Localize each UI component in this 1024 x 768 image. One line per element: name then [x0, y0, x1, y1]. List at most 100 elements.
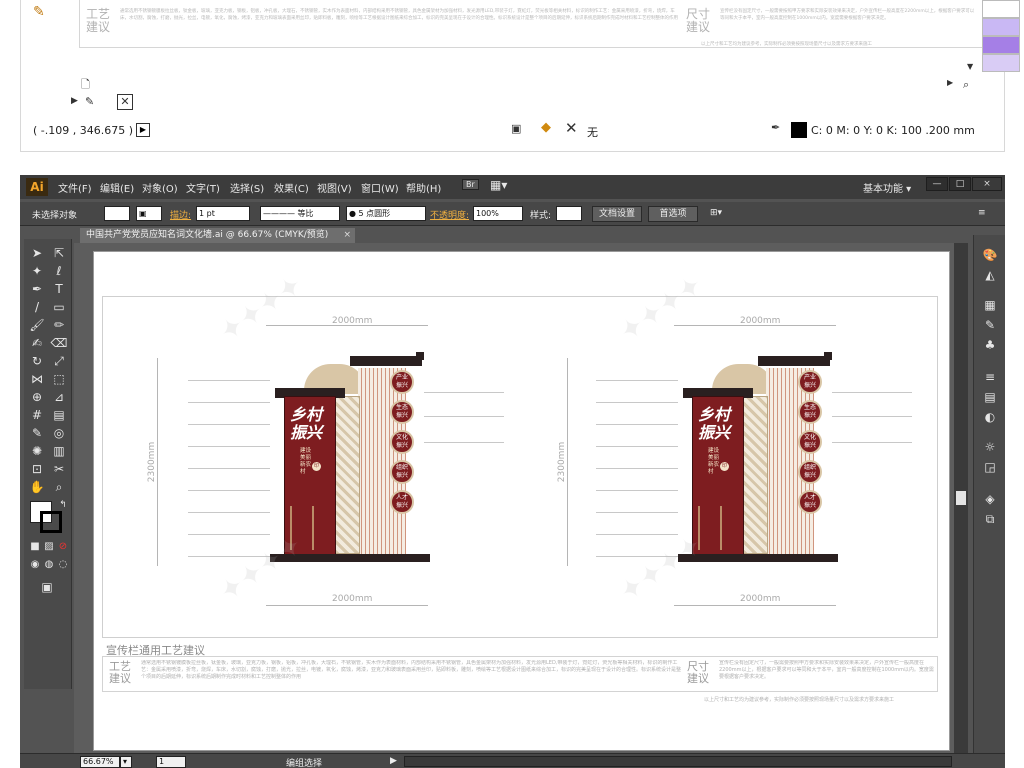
perspective-grid-tool-icon[interactable]: ⊿: [50, 389, 68, 405]
direct-selection-tool-icon[interactable]: ⇱: [50, 245, 68, 261]
swap-colors-icon[interactable]: ↰: [54, 497, 72, 513]
brush-select[interactable]: ● 5 点圆形: [346, 206, 426, 221]
vertical-scrollbar[interactable]: [954, 243, 968, 753]
panel-menu-icon[interactable]: ≡: [978, 208, 986, 218]
paintbrush-tool-icon[interactable]: 🖌: [28, 317, 46, 333]
selection-tool-icon[interactable]: ➤: [28, 245, 46, 261]
color-panel-icon[interactable]: 🎨: [980, 247, 1000, 263]
status-arrow-icon[interactable]: ▶: [390, 756, 397, 766]
align-options-icon[interactable]: ⊞▾: [710, 208, 722, 218]
pencil-tool-icon[interactable]: ✏: [50, 317, 68, 333]
stroke-panel-icon[interactable]: ≡: [980, 369, 1000, 385]
stroke-swatch[interactable]: [40, 511, 62, 533]
scale-tool-icon[interactable]: ⤢: [50, 353, 68, 369]
menu-file[interactable]: 文件(F): [58, 180, 92, 195]
stroke-profile-select[interactable]: ———— 等比: [260, 206, 340, 221]
swatches-panel-icon[interactable]: ▦: [980, 297, 1000, 313]
fill-bucket-icon[interactable]: ◆: [541, 120, 551, 135]
symbol-sprayer-tool-icon[interactable]: ✺: [28, 443, 46, 459]
eyedropper-tool-icon[interactable]: ✎: [28, 425, 46, 441]
style-picker[interactable]: [556, 206, 582, 221]
bridge-button[interactable]: Br: [462, 179, 479, 190]
swatch-2[interactable]: [982, 18, 1020, 36]
arrange-documents-icon[interactable]: ▦▾: [490, 178, 507, 192]
camera-icon[interactable]: ▣: [511, 122, 521, 135]
opacity-input[interactable]: 100%: [473, 206, 523, 221]
hand-tool-icon[interactable]: ✋: [28, 479, 46, 495]
stroke-weight-input[interactable]: 1 pt: [196, 206, 250, 221]
menu-edit[interactable]: 编辑(E): [100, 180, 134, 195]
preferences-button[interactable]: 首选项: [648, 206, 698, 222]
canvas[interactable]: 2000mm 2000mm 2300mm 2000mm 2000mm 2300m…: [74, 243, 954, 753]
signboard-right[interactable]: 乡村振兴 建设美丽新农村 印 产业 振兴 生态 振兴 文化 振兴 组织 振兴 人…: [678, 352, 838, 566]
menu-select[interactable]: 选择(S): [230, 180, 264, 195]
maximize-button[interactable]: □: [949, 177, 971, 191]
artboard-number-input[interactable]: 1: [156, 756, 186, 768]
rotate-tool-icon[interactable]: ↻: [28, 353, 46, 369]
cross-box-icon[interactable]: ✕: [117, 94, 133, 110]
pen-nib-icon[interactable]: ✒: [771, 121, 780, 134]
horizontal-scrollbar[interactable]: [404, 756, 952, 767]
stroke-color-picker[interactable]: ▣: [136, 206, 162, 221]
menu-object[interactable]: 对象(O): [142, 180, 178, 195]
swatch-1[interactable]: [982, 0, 1020, 18]
transparency-panel-icon[interactable]: ◐: [980, 409, 1000, 425]
graphic-styles-icon[interactable]: ◲: [980, 459, 1000, 475]
none-cross-icon[interactable]: ✕: [565, 119, 578, 137]
mesh-tool-icon[interactable]: #: [28, 407, 46, 423]
workspace-switcher[interactable]: 基本功能 ▾: [863, 180, 911, 195]
swatch-4[interactable]: [982, 54, 1020, 72]
column-graph-tool-icon[interactable]: ▥: [50, 443, 68, 459]
tab-close-icon[interactable]: ×: [343, 228, 351, 242]
zoom-dropdown-icon[interactable]: ▾: [120, 756, 132, 768]
line-tool-icon[interactable]: /: [28, 299, 46, 315]
scroll-right-icon[interactable]: ▶: [947, 78, 953, 87]
screen-mode-icon[interactable]: ▣: [38, 579, 56, 595]
play-icon[interactable]: ▶: [71, 96, 78, 106]
page-icon[interactable]: 🗋: [81, 76, 90, 95]
width-tool-icon[interactable]: ⋈: [28, 371, 46, 387]
gradient-panel-icon[interactable]: ▤: [980, 389, 1000, 405]
opacity-label[interactable]: 不透明度:: [430, 208, 469, 221]
shape-builder-tool-icon[interactable]: ⊕: [28, 389, 46, 405]
stroke-color-swatch[interactable]: [791, 122, 807, 138]
scrollbar-thumb[interactable]: [956, 491, 966, 505]
document-tab[interactable]: 中国共产党党员应知名词文化墙.ai @ 66.67% (CMYK/预览) ×: [80, 228, 355, 243]
slice-tool-icon[interactable]: ✂: [50, 461, 68, 477]
zoom-icon[interactable]: ⌕: [963, 78, 969, 92]
menu-type[interactable]: 文字(T): [186, 180, 220, 195]
scroll-down-icon[interactable]: ▼: [967, 62, 973, 71]
appearance-panel-icon[interactable]: ☼: [980, 439, 1000, 455]
menu-effect[interactable]: 效果(C): [274, 180, 309, 195]
color-guide-icon[interactable]: ◭: [980, 267, 1000, 283]
magic-wand-tool-icon[interactable]: ✦: [28, 263, 46, 279]
draw-inside-icon[interactable]: ◌: [54, 557, 72, 573]
eyedropper-icon[interactable]: ✎: [33, 4, 45, 20]
fill-color-picker[interactable]: [104, 206, 130, 221]
zoom-level-input[interactable]: 66.67%: [80, 756, 120, 768]
lasso-tool-icon[interactable]: ℓ: [50, 263, 68, 279]
blob-brush-tool-icon[interactable]: ✍: [28, 335, 46, 351]
eraser-tool-icon[interactable]: ⌫: [50, 335, 68, 351]
rectangle-tool-icon[interactable]: ▭: [50, 299, 68, 315]
artboard-tool-icon[interactable]: ⊡: [28, 461, 46, 477]
pen-tool-icon[interactable]: ✒: [28, 281, 46, 297]
layers-panel-icon[interactable]: ◈: [980, 491, 1000, 507]
menu-view[interactable]: 视图(V): [317, 180, 352, 195]
free-transform-tool-icon[interactable]: ⬚: [50, 371, 68, 387]
none-mode-icon[interactable]: ⊘: [54, 539, 72, 555]
symbols-panel-icon[interactable]: ♣: [980, 337, 1000, 353]
dropper-small-icon[interactable]: ✎: [85, 95, 94, 108]
menu-window[interactable]: 窗口(W): [361, 180, 399, 195]
brushes-panel-icon[interactable]: ✎: [980, 317, 1000, 333]
zoom-tool-icon[interactable]: ⌕: [50, 479, 68, 495]
type-tool-icon[interactable]: T: [50, 281, 68, 297]
menu-help[interactable]: 帮助(H): [406, 180, 441, 195]
document-setup-button[interactable]: 文档设置: [592, 206, 642, 222]
artboards-panel-icon[interactable]: ⧉: [980, 511, 1000, 527]
arrow-right-icon[interactable]: ▶: [136, 123, 150, 137]
stroke-label[interactable]: 描边:: [170, 208, 191, 221]
close-button[interactable]: ×: [972, 177, 1002, 191]
blend-tool-icon[interactable]: ◎: [50, 425, 68, 441]
artboard[interactable]: 2000mm 2000mm 2300mm 2000mm 2000mm 2300m…: [93, 251, 950, 751]
